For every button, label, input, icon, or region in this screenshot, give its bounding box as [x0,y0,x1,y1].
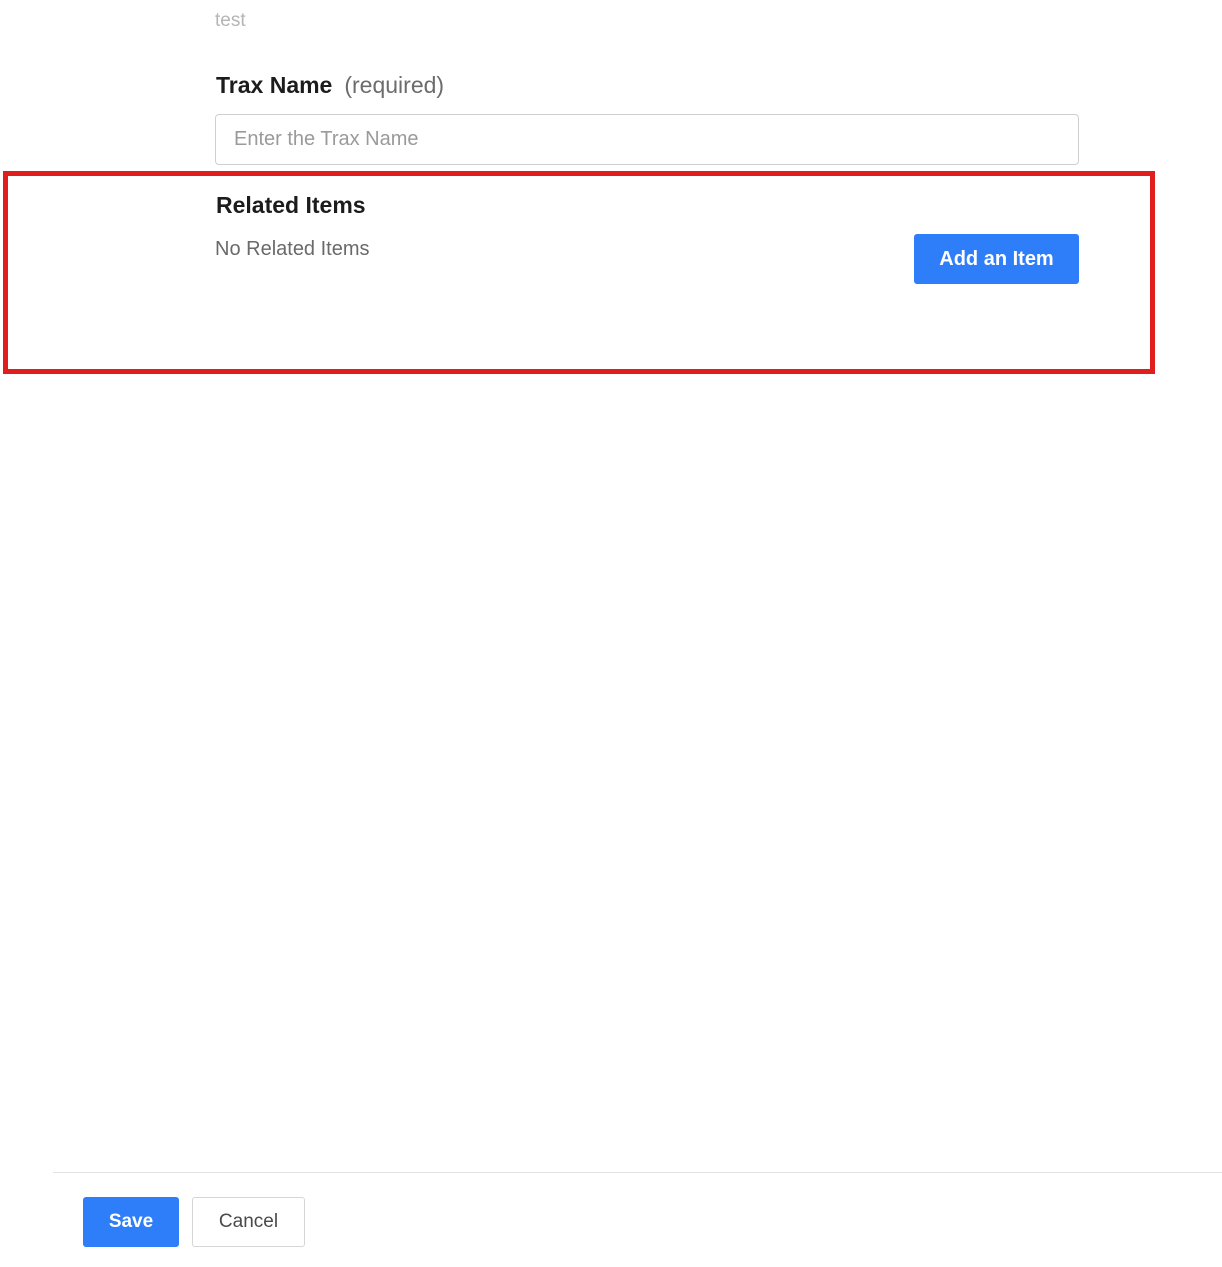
trax-name-label: Trax Name (required) [216,72,444,99]
trax-name-input[interactable] [215,114,1079,165]
cancel-button[interactable]: Cancel [192,1197,305,1247]
form-page: test Trax Name (required) Related Items N… [0,0,1222,1267]
required-note: (required) [344,72,445,98]
no-related-items-text: No Related Items [215,238,370,260]
related-items-title: Related Items [216,192,366,218]
footer-divider [53,1172,1222,1173]
save-button[interactable]: Save [83,1197,179,1247]
add-item-button[interactable]: Add an Item [914,234,1079,284]
top-value-text: test [215,10,246,31]
trax-name-label-text: Trax Name [216,72,333,98]
